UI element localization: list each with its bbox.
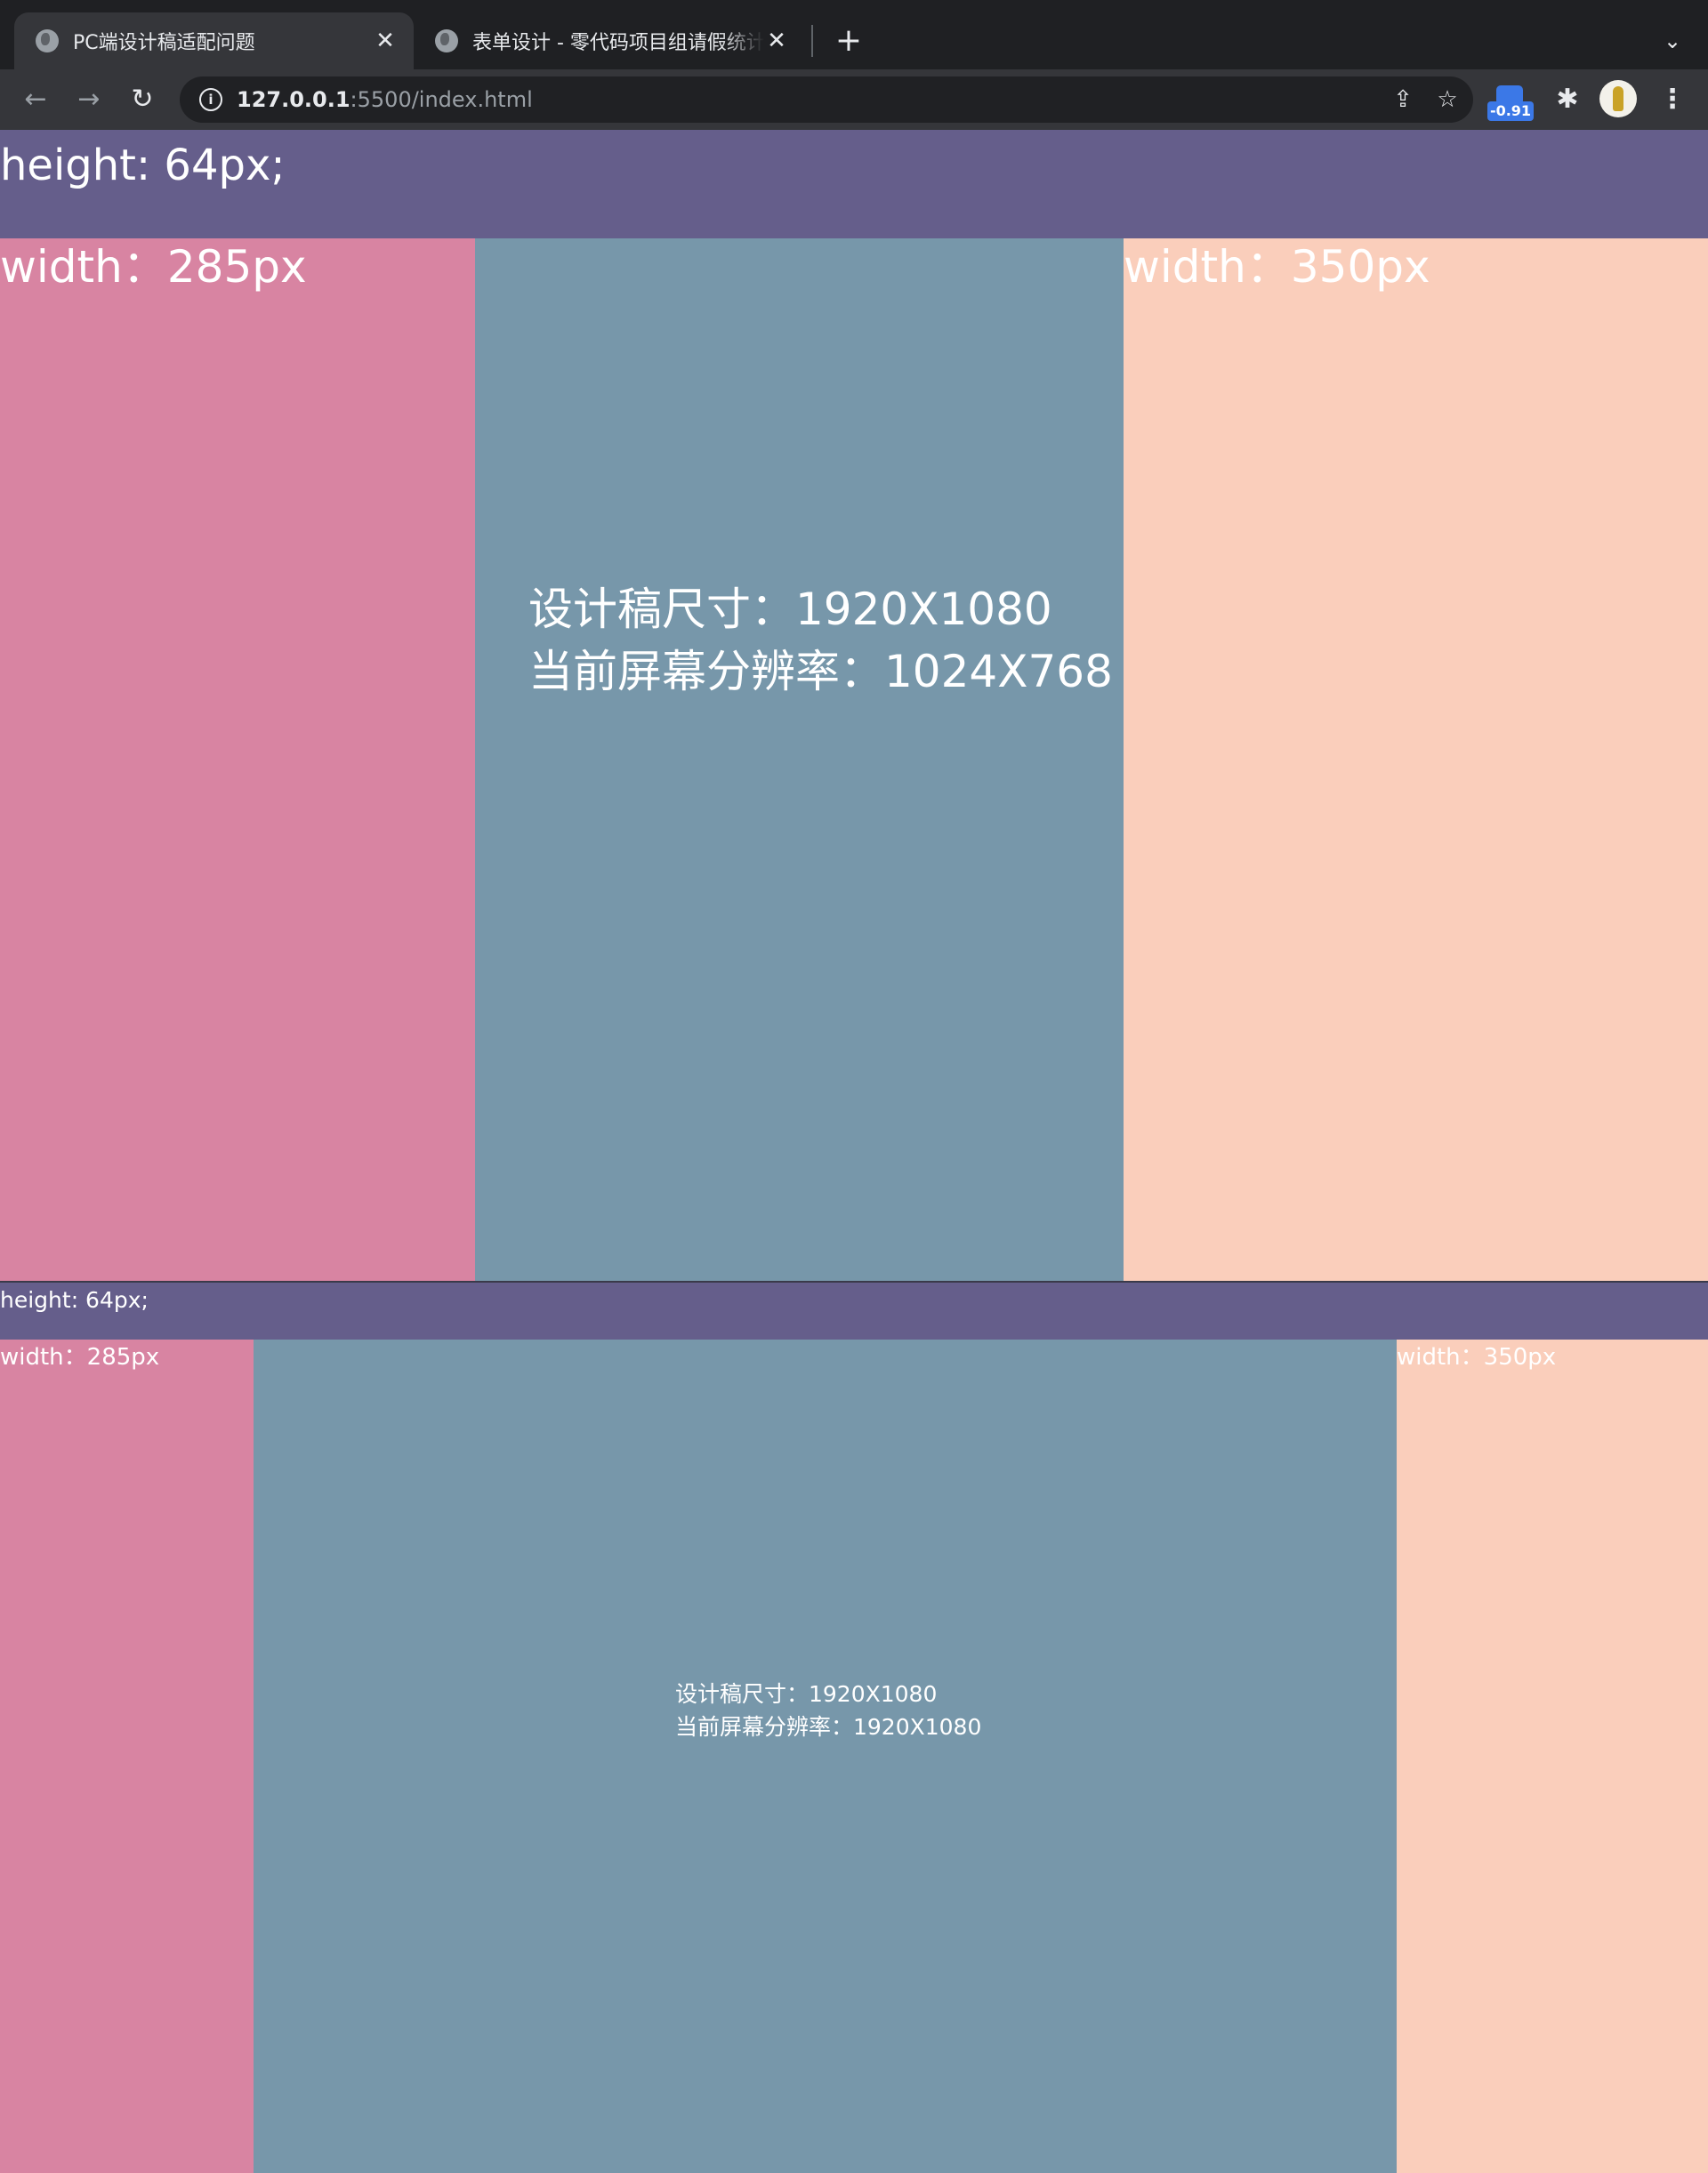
left-aside-1920: width：285px bbox=[0, 1340, 254, 2173]
main-area-1920: 设计稿尺寸：1920X1080 当前屏幕分辨率：1920X1080 bbox=[254, 1340, 1397, 2173]
screen-resolution-text: 当前屏幕分辨率：1920X1080 bbox=[675, 1714, 982, 1740]
tab-inactive[interactable]: 表单设计 - 零代码项目组请假统计 ✕ bbox=[414, 12, 805, 69]
url-host: 127.0.0.1 bbox=[237, 87, 350, 112]
design-size-text: 设计稿尺寸：1920X1080 bbox=[528, 583, 1052, 635]
tab-title: PC端设计稿适配问题 bbox=[73, 32, 255, 54]
bookmark-star-icon[interactable]: ☆ bbox=[1432, 85, 1462, 115]
reload-icon[interactable]: ↻ bbox=[125, 82, 160, 117]
right-aside-1024: width：350px bbox=[1124, 238, 1708, 1281]
tab-strip: PC端设计稿适配问题 ✕ 表单设计 - 零代码项目组请假统计 ✕ + ⌄ bbox=[0, 0, 1708, 69]
tab-active[interactable]: PC端设计稿适配问题 ✕ bbox=[14, 12, 414, 69]
new-tab-button[interactable]: + bbox=[831, 23, 866, 59]
header-1024: height: 64px; bbox=[0, 130, 1708, 238]
tab-search-chevron-icon[interactable]: ⌄ bbox=[1655, 23, 1690, 59]
extension-badge-count: -0.91 bbox=[1487, 101, 1534, 121]
left-aside-1024: width：285px bbox=[0, 238, 475, 1281]
header-label: height: 64px; bbox=[0, 141, 286, 190]
tab-separator bbox=[811, 25, 813, 57]
header-1920: height: 64px; bbox=[0, 1283, 1708, 1340]
header-label: height: 64px; bbox=[0, 1287, 149, 1313]
page-content: height: 64px; width：285px 设计稿尺寸：1920X108… bbox=[0, 130, 1708, 2173]
close-tab-icon[interactable]: ✕ bbox=[373, 28, 398, 54]
share-icon[interactable]: ⇪ bbox=[1388, 85, 1418, 115]
globe-icon bbox=[36, 29, 59, 52]
forward-arrow-icon[interactable]: → bbox=[71, 82, 107, 117]
screen-resolution-text: 当前屏幕分辨率：1024X768 bbox=[528, 646, 1113, 697]
tab-title: 表单设计 - 零代码项目组请假统计 bbox=[472, 32, 764, 54]
more-menu-icon[interactable]: ⋮ bbox=[1655, 82, 1690, 117]
url-path: :5500/index.html bbox=[350, 87, 533, 112]
left-aside-label: width：285px bbox=[0, 1344, 160, 1371]
address-bar[interactable]: i 127.0.0.1:5500/index.html ⇪ ☆ bbox=[180, 76, 1473, 123]
main-info: 设计稿尺寸：1920X1080 当前屏幕分辨率：1920X1080 bbox=[675, 1678, 981, 1743]
right-aside-1920: width：350px bbox=[1397, 1340, 1708, 2173]
extensions-puzzle-icon[interactable]: ✱ bbox=[1550, 82, 1585, 117]
profile-avatar[interactable] bbox=[1599, 80, 1637, 117]
back-arrow-icon[interactable]: ← bbox=[18, 82, 53, 117]
right-aside-label: width：350px bbox=[1397, 1344, 1557, 1371]
close-tab-icon[interactable]: ✕ bbox=[764, 28, 789, 54]
design-size-text: 设计稿尺寸：1920X1080 bbox=[675, 1681, 938, 1707]
globe-icon bbox=[435, 29, 458, 52]
url-text[interactable]: 127.0.0.1:5500/index.html bbox=[237, 76, 533, 123]
browser-toolbar: ← → ↻ i 127.0.0.1:5500/index.html ⇪ ☆ -0… bbox=[0, 69, 1708, 130]
left-aside-label: width：285px bbox=[0, 241, 307, 293]
site-info-icon[interactable]: i bbox=[199, 88, 222, 111]
right-aside-label: width：350px bbox=[1124, 241, 1430, 293]
main-info: 设计稿尺寸：1920X1080 当前屏幕分辨率：1024X768 bbox=[528, 578, 1113, 703]
extension-badge-icon[interactable]: -0.91 bbox=[1487, 85, 1535, 121]
main-area-1024: 设计稿尺寸：1920X1080 当前屏幕分辨率：1024X768 bbox=[475, 238, 1124, 1281]
